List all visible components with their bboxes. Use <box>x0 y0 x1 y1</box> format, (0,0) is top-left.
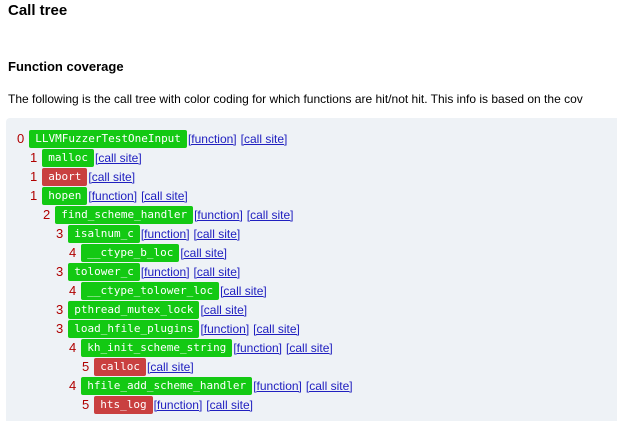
call-depth: 3 <box>56 321 64 336</box>
function-name-hit: pthread_mutex_lock <box>68 300 200 319</box>
function-name-hit: __ctype_tolower_loc <box>81 281 220 300</box>
call-depth: 1 <box>30 150 38 165</box>
function-name-hit: __ctype_b_loc <box>81 243 180 262</box>
call-site-link[interactable]: [call site] <box>200 303 247 317</box>
function-name-hit: find_scheme_handler <box>55 205 194 224</box>
call-depth: 4 <box>69 340 77 355</box>
function-link[interactable]: [function] <box>141 265 190 279</box>
section-title: Function coverage <box>8 59 124 74</box>
function-name-miss: calloc <box>94 357 146 376</box>
call-tree-row: 4 hfile_add_scheme_handler [function] [call… <box>69 376 353 395</box>
call-tree-row: 4 __ctype_b_loc [call site] <box>69 243 227 262</box>
function-link[interactable]: [function] <box>88 189 137 203</box>
function-link[interactable]: [function] <box>253 379 302 393</box>
call-site-link[interactable]: [call site] <box>194 265 241 279</box>
call-site-link[interactable]: [call site] <box>194 227 241 241</box>
call-site-link[interactable]: [call site] <box>88 170 135 184</box>
function-name-hit: malloc <box>42 148 94 167</box>
function-name-hit: load_hfile_plugins <box>68 319 200 338</box>
function-link[interactable]: [function] <box>188 132 237 146</box>
call-site-link[interactable]: [call site] <box>95 151 142 165</box>
call-depth: 1 <box>30 169 38 184</box>
call-depth: 2 <box>43 207 51 222</box>
page-title: Call tree <box>8 2 68 19</box>
function-link[interactable]: [function] <box>141 227 190 241</box>
call-site-link[interactable]: [call site] <box>206 398 253 412</box>
function-link[interactable]: [function] <box>194 208 243 222</box>
call-site-link[interactable]: [call site] <box>306 379 353 393</box>
call-depth: 4 <box>69 245 77 260</box>
call-depth: 1 <box>30 188 38 203</box>
call-site-link[interactable]: [call site] <box>247 208 294 222</box>
function-link[interactable]: [function] <box>233 341 282 355</box>
call-tree-row: 4 __ctype_tolower_loc [call site] <box>69 281 267 300</box>
call-tree-row: 4 kh_init_scheme_string [function] [call si… <box>69 338 333 357</box>
function-name-miss: abort <box>42 167 88 186</box>
description-text: The following is the call tree with colo… <box>8 92 583 106</box>
function-link[interactable]: [function] <box>154 398 203 412</box>
call-depth: 5 <box>82 359 90 374</box>
call-tree-row: 5 calloc [call site] <box>82 357 194 376</box>
call-site-link[interactable]: [call site] <box>220 284 267 298</box>
call-tree-row: 1 malloc [call site] <box>30 148 142 167</box>
call-tree-row: 2 find_scheme_handler [function] [call site… <box>43 205 293 224</box>
call-site-link[interactable]: [call site] <box>253 322 300 336</box>
call-depth: 3 <box>56 264 64 279</box>
call-tree-row: 1 abort [call site] <box>30 167 135 186</box>
call-tree-panel: 0 LLVMFuzzerTestOneInput [function] [call s… <box>6 118 617 421</box>
call-site-link[interactable]: [call site] <box>147 360 194 374</box>
call-tree-row: 3 load_hfile_plugins [function] [call site] <box>56 319 300 338</box>
call-tree-row: 3 isalnum_c [function] [call site] <box>56 224 240 243</box>
function-name-hit: tolower_c <box>68 262 140 281</box>
function-link[interactable]: [function] <box>200 322 249 336</box>
function-name-hit: hopen <box>42 186 88 205</box>
function-name-miss: hts_log <box>94 395 153 414</box>
call-depth: 5 <box>82 397 90 412</box>
call-tree-row: 0 LLVMFuzzerTestOneInput [function] [call s… <box>17 129 287 148</box>
function-name-hit: LLVMFuzzerTestOneInput <box>29 129 187 148</box>
call-tree-row: 5 hts_log [function] [call site] <box>82 395 253 414</box>
call-depth: 4 <box>69 283 77 298</box>
function-name-hit: hfile_add_scheme_handler <box>81 376 253 395</box>
call-site-link[interactable]: [call site] <box>180 246 227 260</box>
call-tree-row: 1 hopen [function] [call site] <box>30 186 188 205</box>
call-depth: 3 <box>56 302 64 317</box>
call-depth: 3 <box>56 226 64 241</box>
call-site-link[interactable]: [call site] <box>241 132 288 146</box>
call-tree-row: 3 tolower_c [function] [call site] <box>56 262 240 281</box>
function-name-hit: kh_init_scheme_string <box>81 338 233 357</box>
call-depth: 4 <box>69 378 77 393</box>
page: Call tree Function coverage The followin… <box>0 0 617 421</box>
call-site-link[interactable]: [call site] <box>141 189 188 203</box>
call-tree-row: 3 pthread_mutex_lock [call site] <box>56 300 247 319</box>
call-depth: 0 <box>17 131 25 146</box>
call-site-link[interactable]: [call site] <box>286 341 333 355</box>
function-name-hit: isalnum_c <box>68 224 140 243</box>
